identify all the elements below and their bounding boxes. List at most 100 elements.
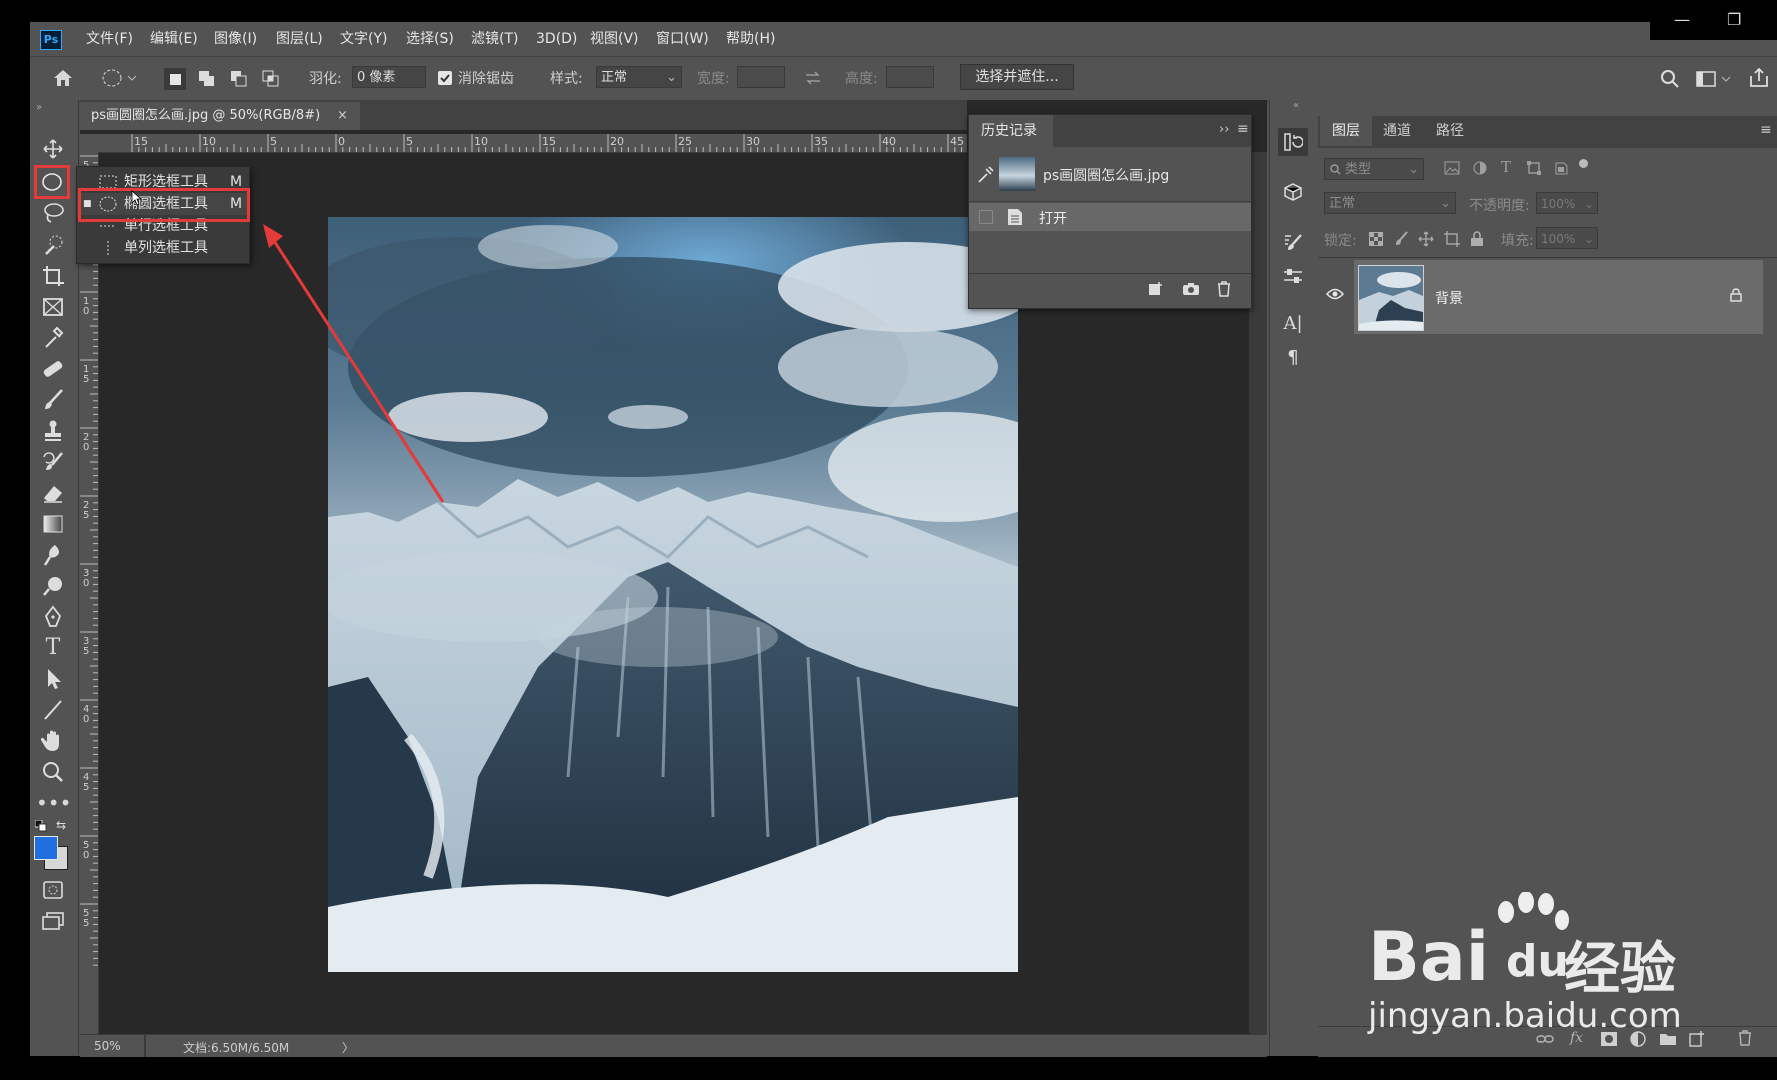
opacity-input[interactable]: 100% ⌄ xyxy=(1536,192,1598,214)
foreground-color-swatch[interactable] xyxy=(34,836,58,860)
menu-layer[interactable]: 图层(L) xyxy=(276,29,323,49)
trash-icon[interactable] xyxy=(1216,280,1232,298)
brush-tool-icon[interactable] xyxy=(36,387,70,413)
default-colors-icon[interactable] xyxy=(35,820,47,832)
minimize-button[interactable]: — xyxy=(1674,10,1690,29)
lock-artboard-icon[interactable] xyxy=(1444,231,1460,247)
eyedropper-tool-icon[interactable] xyxy=(36,325,70,351)
delete-layer-trash-icon[interactable] xyxy=(1738,1030,1752,1046)
tab-channels[interactable]: 通道 xyxy=(1383,116,1411,146)
blend-mode-select[interactable]: 正常 ⌄ xyxy=(1324,192,1456,214)
antialias-checkbox[interactable] xyxy=(438,71,452,85)
camera-snapshot-icon[interactable] xyxy=(1182,281,1200,297)
screen-mode-icon[interactable] xyxy=(36,908,70,934)
filter-type-icon[interactable]: T xyxy=(1501,158,1511,176)
character-panel-icon[interactable]: A| xyxy=(1278,310,1308,338)
single-column-marquee-tool-item[interactable]: 单列选框工具 xyxy=(77,237,249,259)
zoom-level[interactable]: 50% xyxy=(94,1039,121,1053)
blur-tool-icon[interactable] xyxy=(36,542,70,568)
lock-position-icon[interactable] xyxy=(1418,231,1434,247)
menu-view[interactable]: 视图(V) xyxy=(590,29,639,49)
gradient-tool-icon[interactable] xyxy=(36,511,70,537)
menu-help[interactable]: 帮助(H) xyxy=(726,29,775,49)
new-layer-icon[interactable] xyxy=(1689,1031,1705,1047)
lock-all-icon[interactable] xyxy=(1470,231,1484,247)
menu-type[interactable]: 文字(Y) xyxy=(340,29,387,49)
history-brush-source-checkbox[interactable] xyxy=(979,210,993,224)
home-icon[interactable] xyxy=(52,68,74,88)
lasso-tool-icon[interactable] xyxy=(36,200,70,226)
lock-transparent-icon[interactable] xyxy=(1369,232,1383,246)
select-and-mask-button[interactable]: 选择并遮住... xyxy=(960,64,1074,90)
history-panel-tab[interactable]: 历史记录 xyxy=(969,115,1053,147)
dodge-tool-icon[interactable] xyxy=(36,573,70,599)
history-step-open[interactable]: 打开 xyxy=(969,203,1251,231)
new-selection-icon[interactable] xyxy=(164,68,186,90)
line-tool-icon[interactable] xyxy=(36,697,70,723)
clone-stamp-tool-icon[interactable] xyxy=(36,418,70,444)
swap-colors-icon[interactable]: ⇆ xyxy=(56,818,66,832)
intersect-selection-icon[interactable] xyxy=(260,68,282,90)
panel-menu-icon[interactable]: ≡ xyxy=(1237,121,1249,137)
tab-layers[interactable]: 图层 xyxy=(1320,116,1372,146)
hand-tool-icon[interactable] xyxy=(36,728,70,754)
filter-smart-object-icon[interactable] xyxy=(1554,161,1568,175)
more-tools-icon[interactable]: ••• xyxy=(36,790,71,816)
actions-3d-icon[interactable] xyxy=(1278,178,1308,206)
feather-input[interactable]: 0 像素 xyxy=(352,66,426,88)
restore-button[interactable]: ❐ xyxy=(1727,10,1741,29)
document-tab[interactable]: ps画圆圈怎么画.jpg @ 50%(RGB/8#) × xyxy=(80,102,360,130)
status-menu-arrow[interactable]: 〉 xyxy=(342,1039,354,1056)
quick-mask-icon[interactable] xyxy=(36,877,70,903)
brush-settings-icon[interactable] xyxy=(1278,228,1308,256)
pen-tool-icon[interactable] xyxy=(36,604,70,630)
menu-select[interactable]: 选择(S) xyxy=(406,29,454,49)
swap-dimensions-icon[interactable] xyxy=(804,70,822,86)
fill-input[interactable]: 100% ⌄ xyxy=(1536,227,1598,249)
new-document-from-state-icon[interactable] xyxy=(1147,281,1165,297)
lock-pixels-icon[interactable] xyxy=(1394,231,1408,247)
adjustments-icon[interactable] xyxy=(1278,262,1308,290)
menu-edit[interactable]: 编辑(E) xyxy=(150,29,198,49)
eraser-tool-icon[interactable] xyxy=(36,480,70,506)
history-snapshot-row[interactable]: ps画圆圈怎么画.jpg xyxy=(969,153,1251,197)
move-tool-icon[interactable] xyxy=(36,136,70,162)
menu-3d[interactable]: 3D(D) xyxy=(536,29,577,49)
collapse-strip-icon[interactable]: « xyxy=(1293,100,1299,111)
elliptical-marquee-tool-icon[interactable] xyxy=(34,165,70,199)
menu-window[interactable]: 窗口(W) xyxy=(656,29,709,49)
zoom-tool-icon[interactable] xyxy=(36,759,70,785)
layer-visibility-eye-icon[interactable] xyxy=(1326,288,1344,300)
layer-filter-select[interactable]: 类型 ⌄ xyxy=(1324,158,1424,180)
style-select[interactable]: 正常 ⌄ xyxy=(596,66,682,88)
filter-shape-icon[interactable] xyxy=(1527,161,1541,175)
crop-tool-icon[interactable] xyxy=(36,263,70,289)
subtract-selection-icon[interactable] xyxy=(228,68,250,90)
tab-paths[interactable]: 路径 xyxy=(1436,116,1464,146)
menu-file[interactable]: 文件(F) xyxy=(86,29,133,49)
history-panel-icon[interactable] xyxy=(1278,128,1308,156)
height-input[interactable] xyxy=(886,66,934,88)
share-icon[interactable] xyxy=(1748,67,1770,89)
path-selection-tool-icon[interactable] xyxy=(36,666,70,692)
close-tab-icon[interactable]: × xyxy=(337,102,348,130)
workspace-icon[interactable] xyxy=(1696,70,1732,88)
add-selection-icon[interactable] xyxy=(196,68,218,90)
filter-pixel-icon[interactable] xyxy=(1444,161,1460,175)
quick-selection-tool-icon[interactable] xyxy=(36,232,70,258)
collapse-tools-icon[interactable]: » xyxy=(36,102,42,113)
layers-panel-menu-icon[interactable]: ≡ xyxy=(1760,122,1772,138)
layer-row-background[interactable]: 背景 xyxy=(1354,260,1763,334)
healing-brush-tool-icon[interactable] xyxy=(36,356,70,382)
paragraph-panel-icon[interactable]: ¶ xyxy=(1278,344,1308,372)
history-brush-tool-icon[interactable] xyxy=(36,449,70,475)
frame-tool-icon[interactable] xyxy=(36,294,70,320)
type-tool-icon[interactable]: T xyxy=(36,635,70,661)
panel-collapse-icon[interactable]: ›› xyxy=(1219,122,1229,137)
tool-preset-ellipse-icon[interactable] xyxy=(100,68,138,88)
search-icon[interactable] xyxy=(1660,69,1680,89)
width-input[interactable] xyxy=(737,66,785,88)
filter-adjustment-icon[interactable] xyxy=(1473,161,1487,175)
menu-filter[interactable]: 滤镜(T) xyxy=(471,29,518,49)
menu-image[interactable]: 图像(I) xyxy=(214,29,257,49)
